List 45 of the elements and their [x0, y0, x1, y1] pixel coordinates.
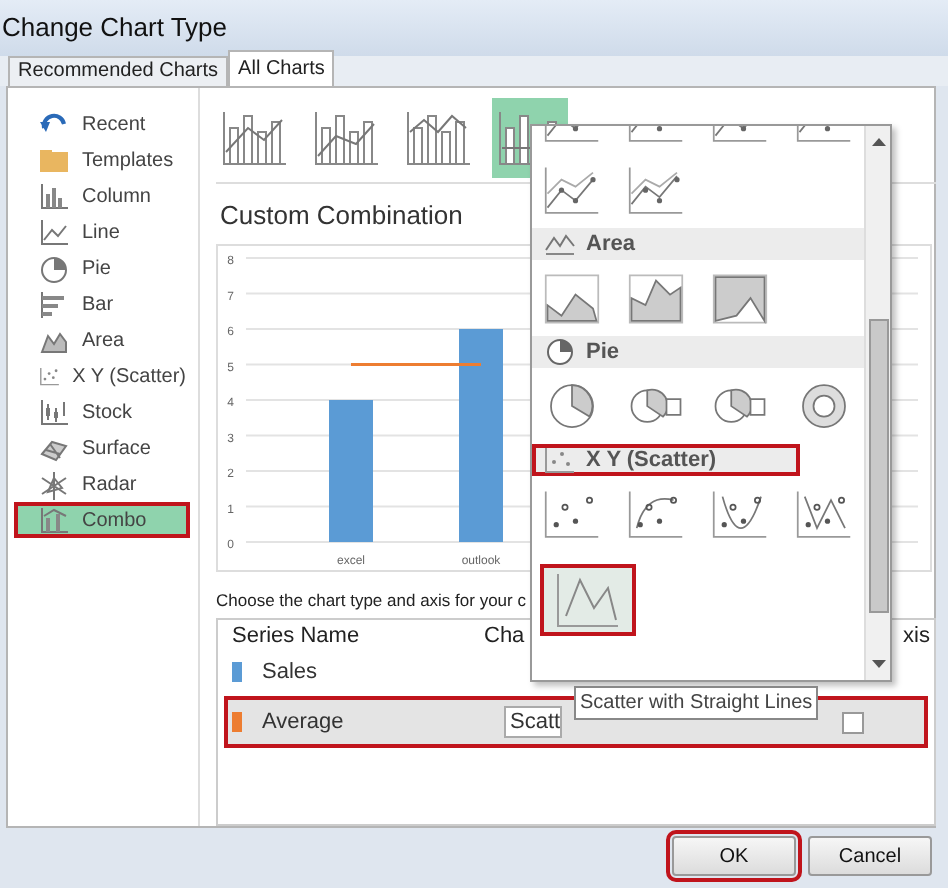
- secondary-axis-checkbox[interactable]: [842, 711, 864, 734]
- section-header: Area: [532, 228, 864, 260]
- sidebar-item[interactable]: Column: [14, 178, 190, 214]
- chart-bar: [329, 399, 373, 541]
- chart-type-icon: [38, 181, 70, 211]
- sidebar-item[interactable]: Radar: [14, 466, 190, 502]
- dialog-button[interactable]: Cancel: [808, 836, 932, 876]
- tab[interactable]: Recommended Charts: [8, 56, 229, 86]
- tooltip: Scatter with Straight Lines: [574, 686, 819, 720]
- column-header: Series Name: [232, 622, 362, 653]
- scrollbar[interactable]: [864, 126, 890, 680]
- chart-type-icon: [38, 145, 70, 175]
- sidebar-item[interactable]: X Y (Scatter): [14, 358, 190, 394]
- series-name: Sales: [262, 660, 318, 684]
- chart-type-dropdown[interactable]: Scatt: [504, 706, 563, 739]
- chart-type-icon: [38, 217, 70, 247]
- section-header: Pie: [532, 336, 864, 368]
- chart-type-icon: [38, 469, 70, 499]
- section-header: X Y (Scatter): [532, 444, 800, 476]
- sidebar-item[interactable]: Surface: [14, 430, 190, 466]
- chart-type-icon: [38, 253, 70, 283]
- chart-line: [351, 362, 481, 365]
- dialog-button[interactable]: OK: [672, 836, 796, 876]
- area-chart-icon: [544, 230, 576, 258]
- chart-type-icon: [38, 505, 70, 535]
- preview-heading: Custom Combination: [220, 198, 465, 234]
- sidebar-item[interactable]: Recent: [14, 106, 190, 142]
- sidebar-item[interactable]: Area: [14, 322, 190, 358]
- scatter-chart-option[interactable]: [540, 564, 636, 636]
- pie-chart-icon: [544, 338, 576, 366]
- sidebar-item[interactable]: Line: [14, 214, 190, 250]
- sidebar-item[interactable]: Combo: [14, 502, 190, 538]
- chart-type-icon: [38, 289, 70, 319]
- instruction-text: Choose the chart type and axis for your c: [216, 587, 528, 613]
- sidebar-item[interactable]: Stock: [14, 394, 190, 430]
- chart-type-icon: [38, 397, 70, 427]
- series-name: Average: [262, 710, 344, 734]
- column-header: Cha: [484, 622, 527, 653]
- sidebar-item[interactable]: Templates: [14, 142, 190, 178]
- column-header: xis: [901, 622, 932, 653]
- tab[interactable]: All Charts: [228, 50, 335, 86]
- scatter-chart-icon: [544, 446, 576, 474]
- sidebar-item[interactable]: Pie: [14, 250, 190, 286]
- window-title: Change Chart Type: [2, 10, 227, 47]
- sidebar-item[interactable]: Bar: [14, 286, 190, 322]
